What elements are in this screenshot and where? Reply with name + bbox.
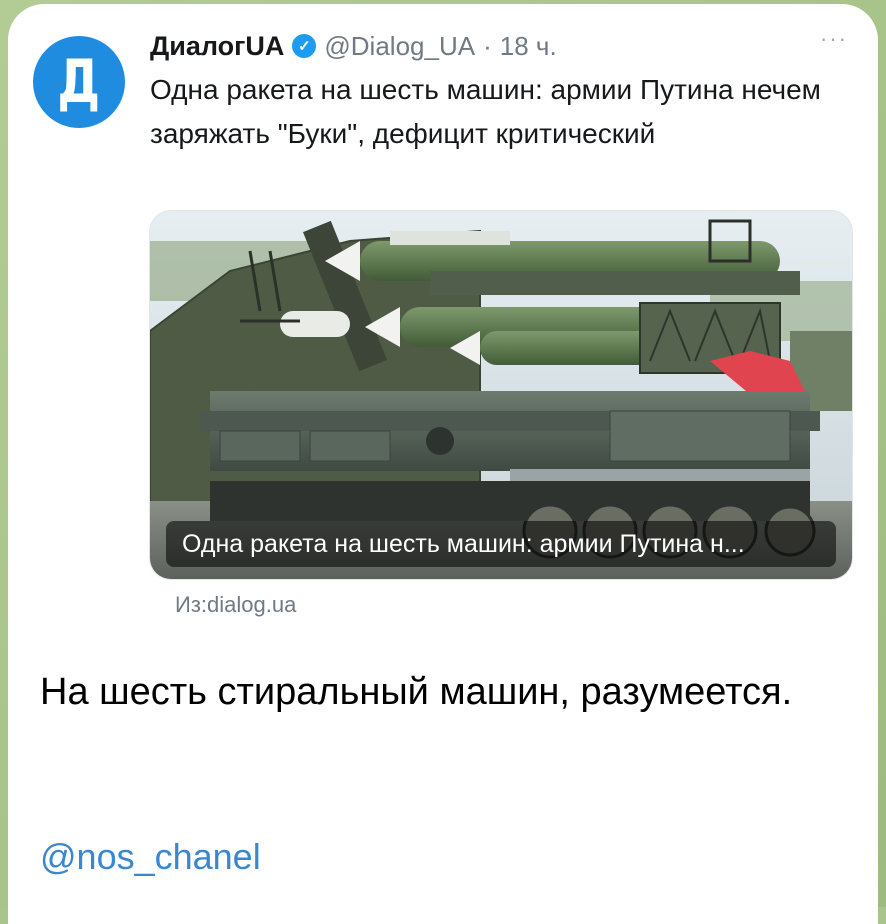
tweet-separator: · (483, 30, 492, 61)
tweet-time: 18 ч. (499, 30, 557, 61)
tweet-header: ДиалогUA ✓ @Dialog_UA · 18 ч. (150, 28, 557, 64)
tweet-author[interactable]: ДиалогUA (150, 31, 284, 62)
tweet-handle[interactable]: @Dialog_UA (324, 31, 475, 62)
tweet-text: Одна ракета на шесть машин: армии Путина… (150, 74, 821, 149)
avatar[interactable]: Д (33, 36, 125, 128)
message-bubble: Д ДиалогUA ✓ @Dialog_UA · 18 ч. ··· Одна… (8, 4, 878, 924)
verified-mark: ✓ (298, 38, 311, 55)
card-source[interactable]: Из:dialog.ua (175, 592, 296, 618)
message-text: На шесть стиральный машин, разумеется. (40, 671, 793, 713)
channel-link[interactable]: @nos_chanel (40, 836, 261, 878)
embedded-tweet[interactable]: Д ДиалогUA ✓ @Dialog_UA · 18 ч. ··· Одна… (8, 4, 878, 644)
card-caption: Одна ракета на шесть машин: армии Путина… (166, 521, 836, 567)
verified-badge-icon: ✓ (292, 34, 317, 58)
link-preview-card[interactable]: Одна ракета на шесть машин: армии Путина… (149, 210, 853, 580)
more-options-icon[interactable]: ··· (820, 26, 848, 52)
avatar-letter: Д (57, 47, 101, 117)
